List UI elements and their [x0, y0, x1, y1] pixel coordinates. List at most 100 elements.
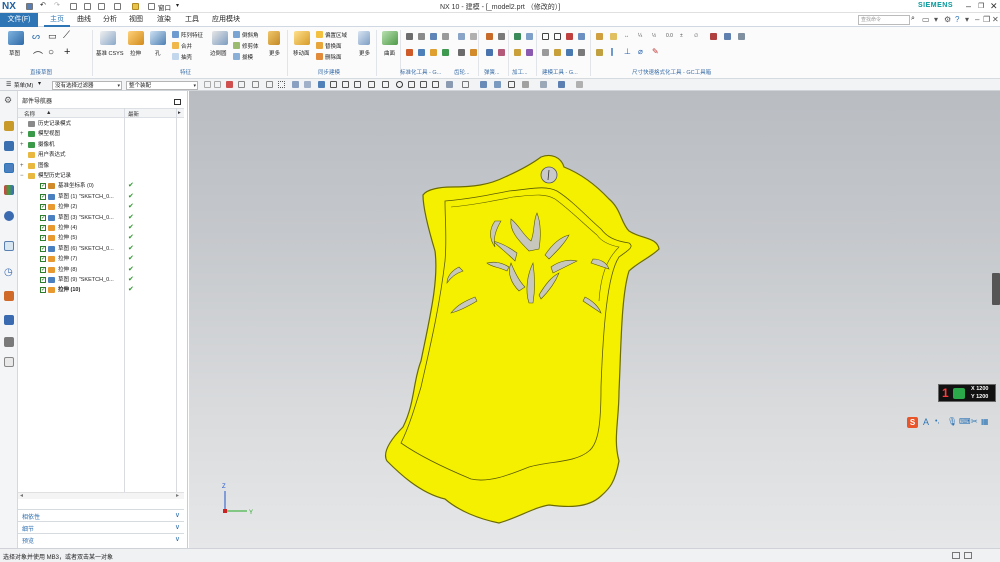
hanging-hole[interactable]: [540, 166, 558, 184]
snap-point-icon[interactable]: [330, 81, 337, 88]
dimension-tool-icon[interactable]: ½: [652, 33, 656, 39]
window-icon[interactable]: [148, 3, 155, 10]
microphone-icon[interactable]: 🎙: [947, 417, 957, 426]
dimension-tool-icon[interactable]: ↔: [624, 33, 629, 39]
gear-tool-icon[interactable]: [470, 33, 477, 40]
spring-tool-icon[interactable]: [486, 33, 493, 40]
keyboard-icon[interactable]: ⌨: [959, 417, 971, 426]
arc-icon[interactable]: ⌒: [33, 48, 43, 63]
gear-icon[interactable]: ⚙: [944, 15, 951, 24]
view-orient-icon[interactable]: [494, 81, 501, 88]
more-sync-icon[interactable]: [358, 31, 370, 45]
more-features-label[interactable]: 更多: [269, 49, 280, 57]
snap-point-icon[interactable]: [318, 81, 325, 88]
modeling-tool-icon[interactable]: [542, 33, 549, 40]
surface-label[interactable]: 曲面: [384, 49, 395, 57]
machining-tool-icon[interactable]: [526, 49, 533, 56]
sogou-ime-icon[interactable]: S: [907, 417, 918, 428]
paste-icon[interactable]: [98, 3, 105, 10]
undo-icon[interactable]: ↶: [40, 1, 47, 9]
restore-icon[interactable]: ❐: [978, 2, 984, 10]
render-style-icon[interactable]: [576, 81, 583, 88]
snap-icon[interactable]: [238, 81, 245, 88]
point-icon[interactable]: +: [64, 46, 70, 58]
tree-row[interactable]: 草图 (6) "SKETCH_0... ✔: [18, 244, 184, 254]
pendant-outer-body[interactable]: [385, 154, 660, 524]
snap-point-icon[interactable]: [382, 81, 389, 88]
tree-row[interactable]: 拉伸 (4) ✔: [18, 223, 184, 233]
tree-row[interactable]: + 摄像机: [18, 140, 184, 150]
fullscreen-icon[interactable]: [952, 552, 960, 559]
feature-checkbox[interactable]: [40, 285, 46, 295]
feature-checkbox[interactable]: [40, 244, 46, 254]
shell-icon[interactable]: [172, 53, 179, 60]
tab-curve[interactable]: 曲线: [72, 13, 96, 27]
clock-icon[interactable]: ◷: [4, 267, 13, 278]
tree-row[interactable]: + 模型视图: [18, 129, 184, 139]
spring-tool-icon[interactable]: [498, 33, 505, 40]
chevron-down-icon[interactable]: ▾: [965, 15, 969, 24]
tab-render[interactable]: 渲染: [152, 13, 176, 27]
document-icon[interactable]: [4, 357, 14, 367]
roles-icon[interactable]: [4, 315, 14, 325]
restore-layout-icon[interactable]: [964, 552, 972, 559]
snap-point-icon[interactable]: [446, 81, 453, 88]
part-navigator-icon[interactable]: [4, 163, 14, 173]
snap-point-icon[interactable]: [396, 81, 403, 88]
dimension-tool-icon[interactable]: ✎: [652, 47, 659, 56]
tree-row[interactable]: 拉伸 (8) ✔: [18, 265, 184, 275]
restore-icon[interactable]: ❐: [983, 15, 990, 24]
move-face-icon[interactable]: [294, 31, 310, 45]
unite-icon[interactable]: [172, 42, 179, 49]
minimize-icon[interactable]: –: [966, 1, 971, 11]
type-filter-select[interactable]: 没有选择过滤器 ▾: [52, 81, 122, 90]
delete-face-icon[interactable]: [316, 53, 323, 60]
close-icon[interactable]: ✕: [990, 1, 998, 12]
machining-tool-icon[interactable]: [514, 33, 521, 40]
tree-row[interactable]: 草图 (9) "SKETCH_0... ✔: [18, 275, 184, 285]
standard-part-icon[interactable]: [406, 49, 413, 56]
tree-row[interactable]: 基准坐标系 (0) ✔: [18, 181, 184, 191]
shell-label[interactable]: 抽壳: [181, 53, 192, 61]
modeling-tool-icon[interactable]: [578, 49, 585, 56]
hole-icon[interactable]: [150, 31, 166, 45]
render-style-icon[interactable]: [540, 81, 547, 88]
toolbox-icon[interactable]: ▦: [981, 417, 989, 426]
dimension-tool-icon[interactable]: [738, 33, 745, 40]
collapse-icon[interactable]: −: [20, 171, 24, 181]
snap-icon[interactable]: [214, 81, 221, 88]
tab-applications[interactable]: 应用模块: [206, 13, 246, 27]
snap-icon[interactable]: [204, 81, 211, 88]
dimension-tool-icon[interactable]: [596, 33, 603, 40]
dimension-tool-icon[interactable]: ∅: [694, 33, 698, 39]
maximize-icon[interactable]: [174, 99, 181, 105]
view-icon[interactable]: [304, 81, 311, 88]
tab-file[interactable]: 文件(F): [0, 13, 38, 27]
lasso-icon[interactable]: [278, 81, 285, 88]
dimension-tool-icon[interactable]: ⌀: [638, 47, 643, 56]
standard-part-icon[interactable]: [430, 49, 437, 56]
standard-part-icon[interactable]: [430, 33, 437, 40]
tab-home[interactable]: 主页: [44, 13, 70, 27]
sort-ascending-icon[interactable]: ▲: [46, 110, 51, 116]
column-latest[interactable]: 最新: [128, 110, 139, 118]
save-icon[interactable]: [26, 3, 33, 10]
hole-label[interactable]: 孔: [155, 49, 161, 57]
ime-mode-icon[interactable]: A: [923, 417, 929, 427]
snap-icon[interactable]: [226, 81, 233, 88]
array-feature-label[interactable]: 阵列特征: [181, 31, 203, 39]
tree-row[interactable]: 拉伸 (5) ✔: [18, 233, 184, 243]
edge-blend-label[interactable]: 边倒圆: [210, 49, 227, 57]
more-features-icon[interactable]: [268, 31, 280, 45]
gear-tool-icon[interactable]: [458, 33, 465, 40]
panel-details[interactable]: 细节 ∨: [18, 521, 184, 533]
search-icon[interactable]: ⌕: [911, 15, 915, 23]
tree-row[interactable]: 拉伸 (2) ✔: [18, 202, 184, 212]
profile-icon[interactable]: ᔕ: [32, 31, 40, 42]
column-name[interactable]: 名称: [24, 110, 35, 118]
tree-row[interactable]: 用户表达式: [18, 150, 184, 160]
system-scenes-icon[interactable]: [4, 337, 14, 347]
assembly-navigator-icon[interactable]: [4, 121, 14, 131]
feature-checkbox[interactable]: [40, 233, 46, 243]
feature-checkbox[interactable]: [40, 275, 46, 285]
